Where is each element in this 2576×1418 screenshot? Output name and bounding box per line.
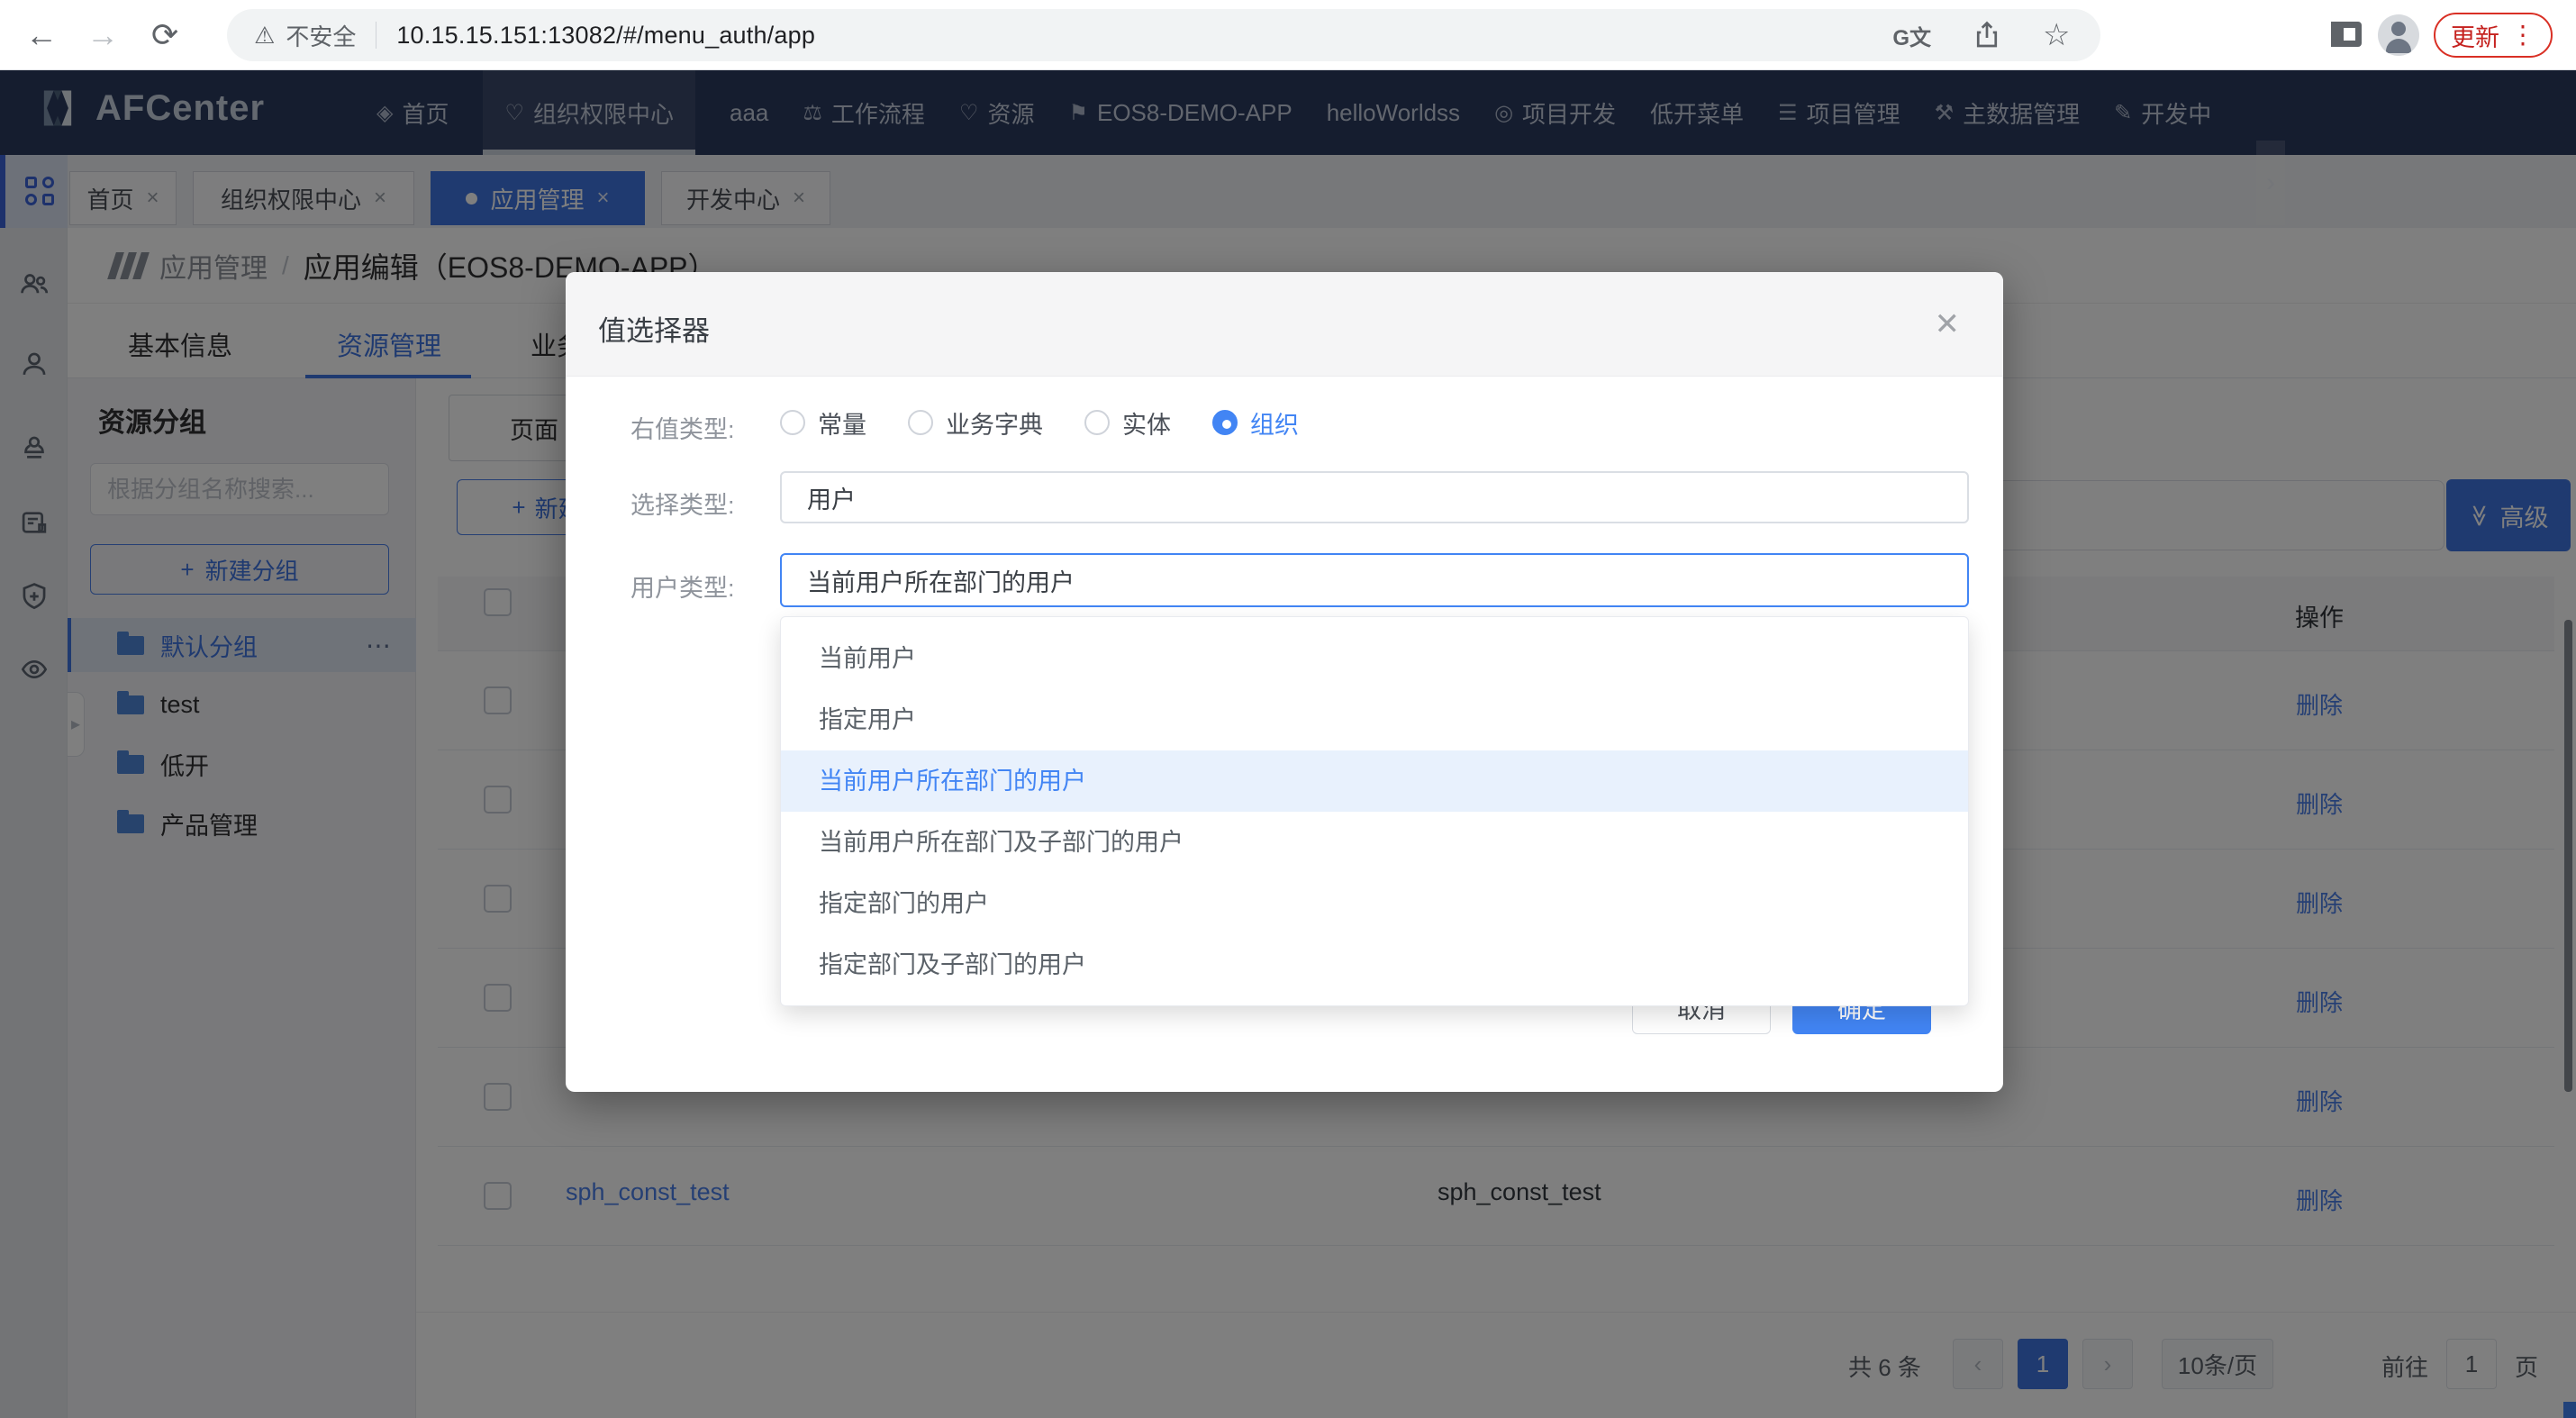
- radio-icon: [908, 410, 933, 435]
- bookmark-star-icon[interactable]: ☆: [2043, 19, 2075, 51]
- side-panel-icon[interactable]: [2331, 22, 2362, 47]
- dropdown-option[interactable]: 当前用户所在部门及子部门的用户: [781, 812, 1968, 873]
- select-type-select[interactable]: 用户: [780, 471, 1969, 523]
- browser-menu-icon[interactable]: ⋮: [2510, 23, 2535, 48]
- not-secure-label[interactable]: 不安全: [286, 19, 356, 52]
- dropdown-option[interactable]: 指定部门及子部门的用户: [781, 934, 1968, 995]
- address-bar[interactable]: ⚠ 不安全 10.15.15.151:13082/#/menu_auth/app…: [227, 9, 2100, 61]
- user-type-select[interactable]: 当前用户所在部门的用户: [780, 553, 1969, 607]
- radio-constant[interactable]: 常量: [780, 405, 866, 441]
- share-icon[interactable]: [1971, 19, 2003, 51]
- translate-icon[interactable]: G文: [1892, 20, 1931, 51]
- select-type-label: 选择类型:: [630, 486, 766, 521]
- radio-organization[interactable]: 组织: [1212, 405, 1299, 441]
- radio-icon: [780, 410, 805, 435]
- radio-selected-icon: [1212, 410, 1238, 435]
- radio-business-dict[interactable]: 业务字典: [908, 405, 1043, 441]
- value-selector-dialog: 值选择器 ✕ 右值类型: 常量 业务字典 实体 组织 选择类型: 用户 用户类型…: [566, 272, 2003, 1092]
- radio-icon: [1084, 410, 1110, 435]
- browser-update-button[interactable]: 更新 ⋮: [2434, 13, 2553, 58]
- close-icon[interactable]: ✕: [1935, 306, 1961, 342]
- screen: ← → ⟳ ⚠ 不安全 10.15.15.151:13082/#/menu_au…: [0, 0, 2576, 1418]
- right-type-label: 右值类型:: [630, 410, 766, 445]
- right-type-radio-group: 常量 业务字典 实体 组织: [780, 398, 1299, 447]
- dropdown-option[interactable]: 当前用户: [781, 628, 1968, 689]
- dropdown-option[interactable]: 指定部门的用户: [781, 873, 1968, 934]
- update-label: 更新: [2451, 18, 2499, 53]
- not-secure-warning-icon: ⚠: [254, 22, 275, 50]
- radio-entity[interactable]: 实体: [1084, 405, 1171, 441]
- url-text[interactable]: 10.15.15.151:13082/#/menu_auth/app: [396, 22, 815, 50]
- dialog-title: 值选择器: [598, 308, 710, 349]
- user-type-label: 用户类型:: [630, 568, 766, 604]
- back-icon[interactable]: ←: [25, 0, 58, 70]
- dropdown-option-selected[interactable]: 当前用户所在部门的用户: [781, 750, 1968, 812]
- dropdown-option[interactable]: 指定用户: [781, 689, 1968, 750]
- browser-toolbar: ← → ⟳ ⚠ 不安全 10.15.15.151:13082/#/menu_au…: [0, 0, 2576, 70]
- user-type-dropdown: 当前用户 指定用户 当前用户所在部门的用户 当前用户所在部门及子部门的用户 指定…: [780, 616, 1969, 1006]
- reload-icon[interactable]: ⟳: [151, 0, 178, 70]
- browser-profile-avatar[interactable]: [2378, 14, 2419, 56]
- dialog-header: 值选择器 ✕: [566, 272, 2003, 377]
- forward-icon[interactable]: →: [86, 0, 119, 70]
